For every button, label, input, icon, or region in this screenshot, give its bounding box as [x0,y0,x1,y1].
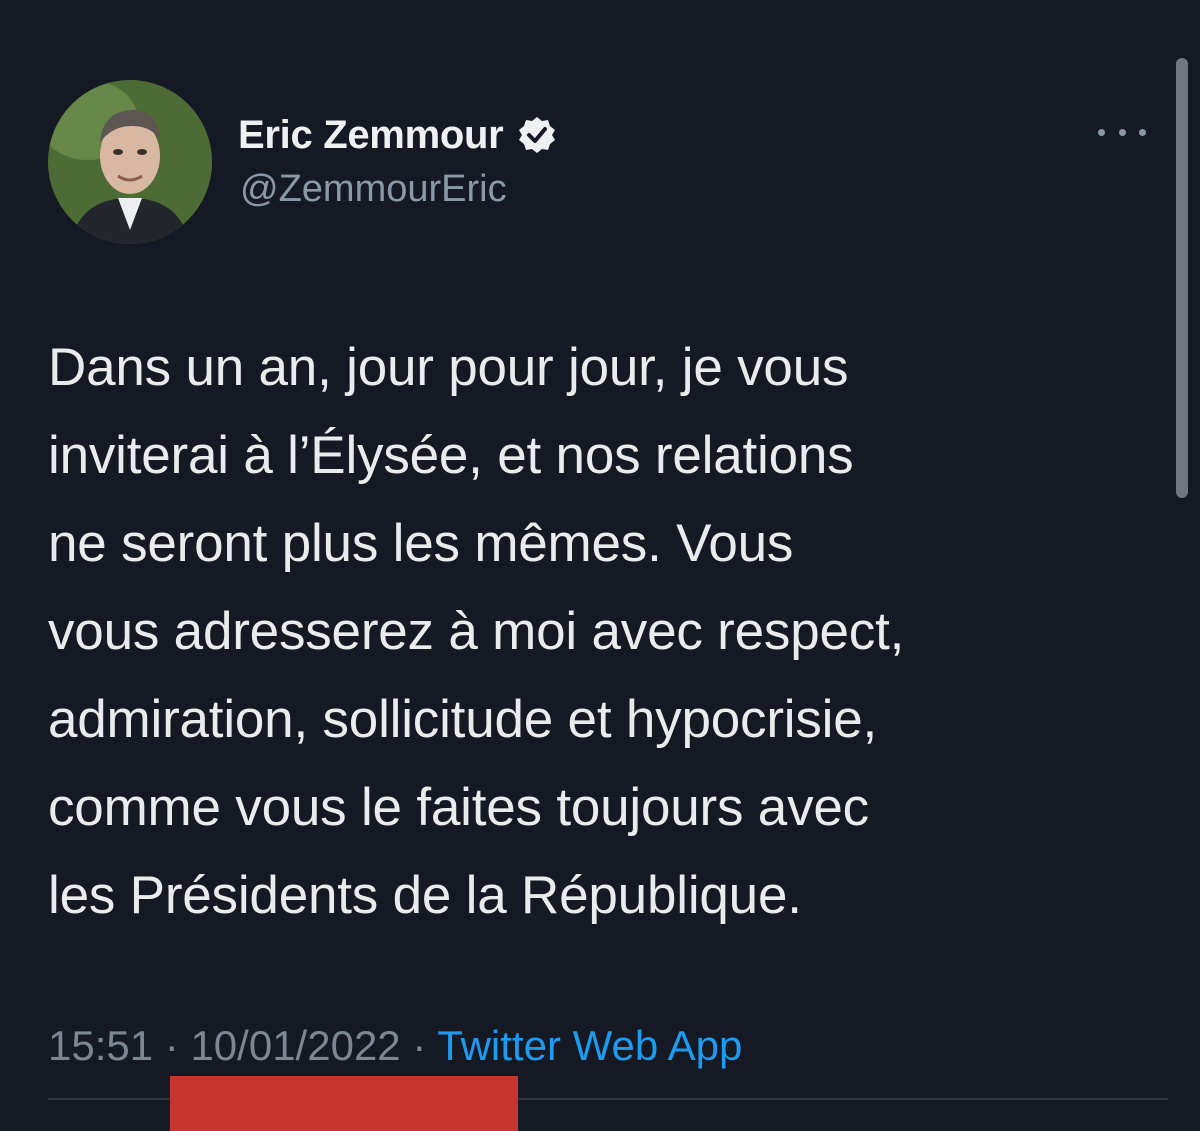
more-horizontal-icon [1118,128,1126,136]
tweet-card: Eric Zemmour @ZemmourEric Dans un an, jo… [0,0,1200,1131]
verified-badge-icon [517,115,557,155]
meta-separator: · [412,1022,427,1069]
tweet-time[interactable]: 15:51 [48,1022,153,1069]
more-horizontal-icon [1139,128,1146,136]
meta-separator: · [164,1022,179,1069]
redaction-bar [170,1076,518,1131]
avatar[interactable] [48,80,212,244]
author-handle[interactable]: @ZemmourEric [240,168,507,211]
tweet-source-link[interactable]: Twitter Web App [437,1022,742,1069]
tweet-text: Dans un an, jour pour jour, je vous invi… [48,338,905,925]
author-header: Eric Zemmour [238,112,557,158]
more-options-button[interactable] [1098,112,1146,152]
tweet-metadata: 15:51 · 10/01/2022 · Twitter Web App [48,1022,742,1070]
tweet-date[interactable]: 10/01/2022 [190,1022,400,1069]
scrollbar[interactable] [1176,58,1188,498]
display-name[interactable]: Eric Zemmour [238,113,504,158]
more-horizontal-icon [1098,128,1105,136]
profile-photo-icon [48,80,212,244]
